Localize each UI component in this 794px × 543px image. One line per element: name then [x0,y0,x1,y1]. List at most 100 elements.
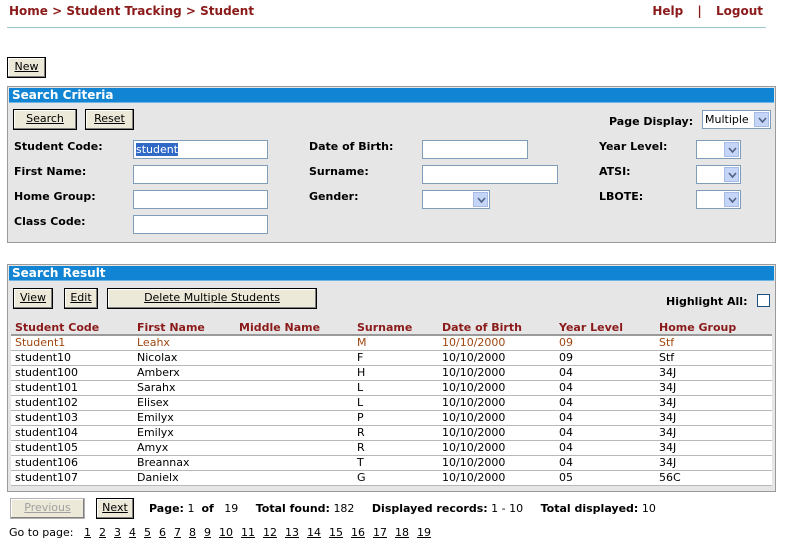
table-cell [235,380,353,396]
goto-page: Go to page: 1 2 3 4 5 6 7 8 9 10 11 12 13 14 15 16 17 18 1… [9,526,439,539]
home-group-input[interactable] [133,190,268,209]
page-link[interactable]: 13 [285,526,299,539]
class-code-input[interactable] [133,215,268,234]
table-cell: Stf [655,350,772,366]
breadcrumb: Home > Student Tracking > Student [9,4,255,18]
header-divider [7,27,766,28]
table-cell: Emilyx [133,425,235,441]
table-cell: Danielx [133,470,235,486]
page-link[interactable]: 5 [144,526,151,539]
search-criteria-panel: Search Criteria Search Reset Page Displa… [7,86,776,243]
dob-input[interactable] [422,140,528,159]
page-link[interactable]: 9 [204,526,211,539]
table-row[interactable]: student101 Sarahx L 10/10/2000 04 34J [11,380,772,396]
table-cell: student10 [11,350,133,366]
page-link[interactable]: 2 [99,526,106,539]
table-cell [235,455,353,471]
atsi-select[interactable] [696,165,741,184]
table-cell: 10/10/2000 [438,425,555,441]
page-link[interactable]: 14 [307,526,321,539]
table-cell [235,470,353,486]
table-row[interactable]: Student1 Leahx M 10/10/2000 09 Stf [11,335,772,351]
delete-multiple-students-button[interactable]: Delete Multiple Students [107,288,317,309]
page-link[interactable]: 6 [159,526,166,539]
table-cell: P [353,410,438,426]
table-cell: L [353,395,438,411]
student-code-input[interactable]: student [133,140,268,159]
page-link[interactable]: 18 [395,526,409,539]
table-row[interactable]: student100 Amberx H 10/10/2000 04 34J [11,365,772,381]
table-cell: Emilyx [133,410,235,426]
previous-button[interactable]: Previous [10,498,85,519]
results-table: Student Code First Name Middle Name Surname… [11,320,772,486]
table-cell: Breannax [133,455,235,471]
edit-button[interactable]: Edit [64,288,98,309]
column-header[interactable]: First Name [133,320,235,336]
page-link[interactable]: 16 [351,526,365,539]
table-row[interactable]: student106 Breannax T 10/10/2000 04 34J [11,455,772,471]
table-cell: student104 [11,425,133,441]
next-button[interactable]: Next [96,498,134,519]
page-link[interactable]: 19 [417,526,431,539]
table-row[interactable]: student104 Emilyx R 10/10/2000 04 34J [11,425,772,441]
table-cell: 10/10/2000 [438,350,555,366]
table-cell: 10/10/2000 [438,365,555,381]
page-display-select[interactable]: Multiple [702,110,771,129]
page-link[interactable]: 8 [189,526,196,539]
chevron-down-icon [724,167,739,182]
page-link[interactable]: 1 [84,526,91,539]
surname-input[interactable] [422,165,558,184]
table-cell: 34J [655,410,772,426]
table-row[interactable]: student107 Danielx G 10/10/2000 05 56C [11,470,772,486]
table-cell [235,335,353,351]
highlight-all-checkbox[interactable] [757,294,770,307]
page-link[interactable]: 11 [241,526,255,539]
breadcrumb-home[interactable]: Home [9,4,48,18]
gender-label: Gender: [309,190,359,203]
first-name-input[interactable] [133,165,268,184]
new-button[interactable]: New [7,57,46,78]
table-cell: 10/10/2000 [438,455,555,471]
help-link[interactable]: Help [652,4,683,18]
table-cell: Sarahx [133,380,235,396]
gender-select[interactable] [422,190,490,209]
page-link[interactable]: 7 [174,526,181,539]
table-cell: student107 [11,470,133,486]
page-link[interactable]: 10 [219,526,233,539]
table-row[interactable]: student102 Elisex L 10/10/2000 04 34J [11,395,772,411]
page-display-label: Page Display: [609,115,694,128]
table-cell: 09 [555,335,655,351]
page-link[interactable]: 4 [129,526,136,539]
table-cell [235,425,353,441]
column-header[interactable]: Year Level [555,320,655,336]
view-button[interactable]: View [13,288,53,309]
column-header[interactable]: Date of Birth [438,320,555,336]
highlight-all-label: Highlight All: [666,295,748,308]
table-row[interactable]: student105 Amyx R 10/10/2000 04 34J [11,440,772,456]
page-link[interactable]: 17 [373,526,387,539]
search-button[interactable]: Search [13,109,77,130]
column-header[interactable]: Student Code [11,320,133,336]
table-cell: 34J [655,455,772,471]
table-row[interactable]: student103 Emilyx P 10/10/2000 04 34J [11,410,772,426]
breadcrumb-student-tracking[interactable]: Student Tracking [66,4,181,18]
page-total: 19 [224,502,239,515]
table-cell: 34J [655,380,772,396]
column-header[interactable]: Middle Name [235,320,353,336]
table-row[interactable]: student10 Nicolax F 10/10/2000 09 Stf [11,350,772,366]
table-cell: student101 [11,380,133,396]
table-cell: 56C [655,470,772,486]
page-link[interactable]: 12 [263,526,277,539]
page-link[interactable]: 15 [329,526,343,539]
page-link[interactable]: 3 [114,526,121,539]
year-level-select[interactable] [696,140,741,159]
search-result-panel: Search Result View Edit Delete Multiple … [7,264,776,492]
reset-button[interactable]: Reset [85,109,134,130]
atsi-label: ATSI: [599,165,631,178]
lbote-select[interactable] [696,190,741,209]
logout-link[interactable]: Logout [716,4,763,18]
chevron-down-icon [473,192,488,207]
table-cell: student106 [11,455,133,471]
column-header[interactable]: Surname [353,320,438,336]
column-header[interactable]: Home Group [655,320,772,336]
